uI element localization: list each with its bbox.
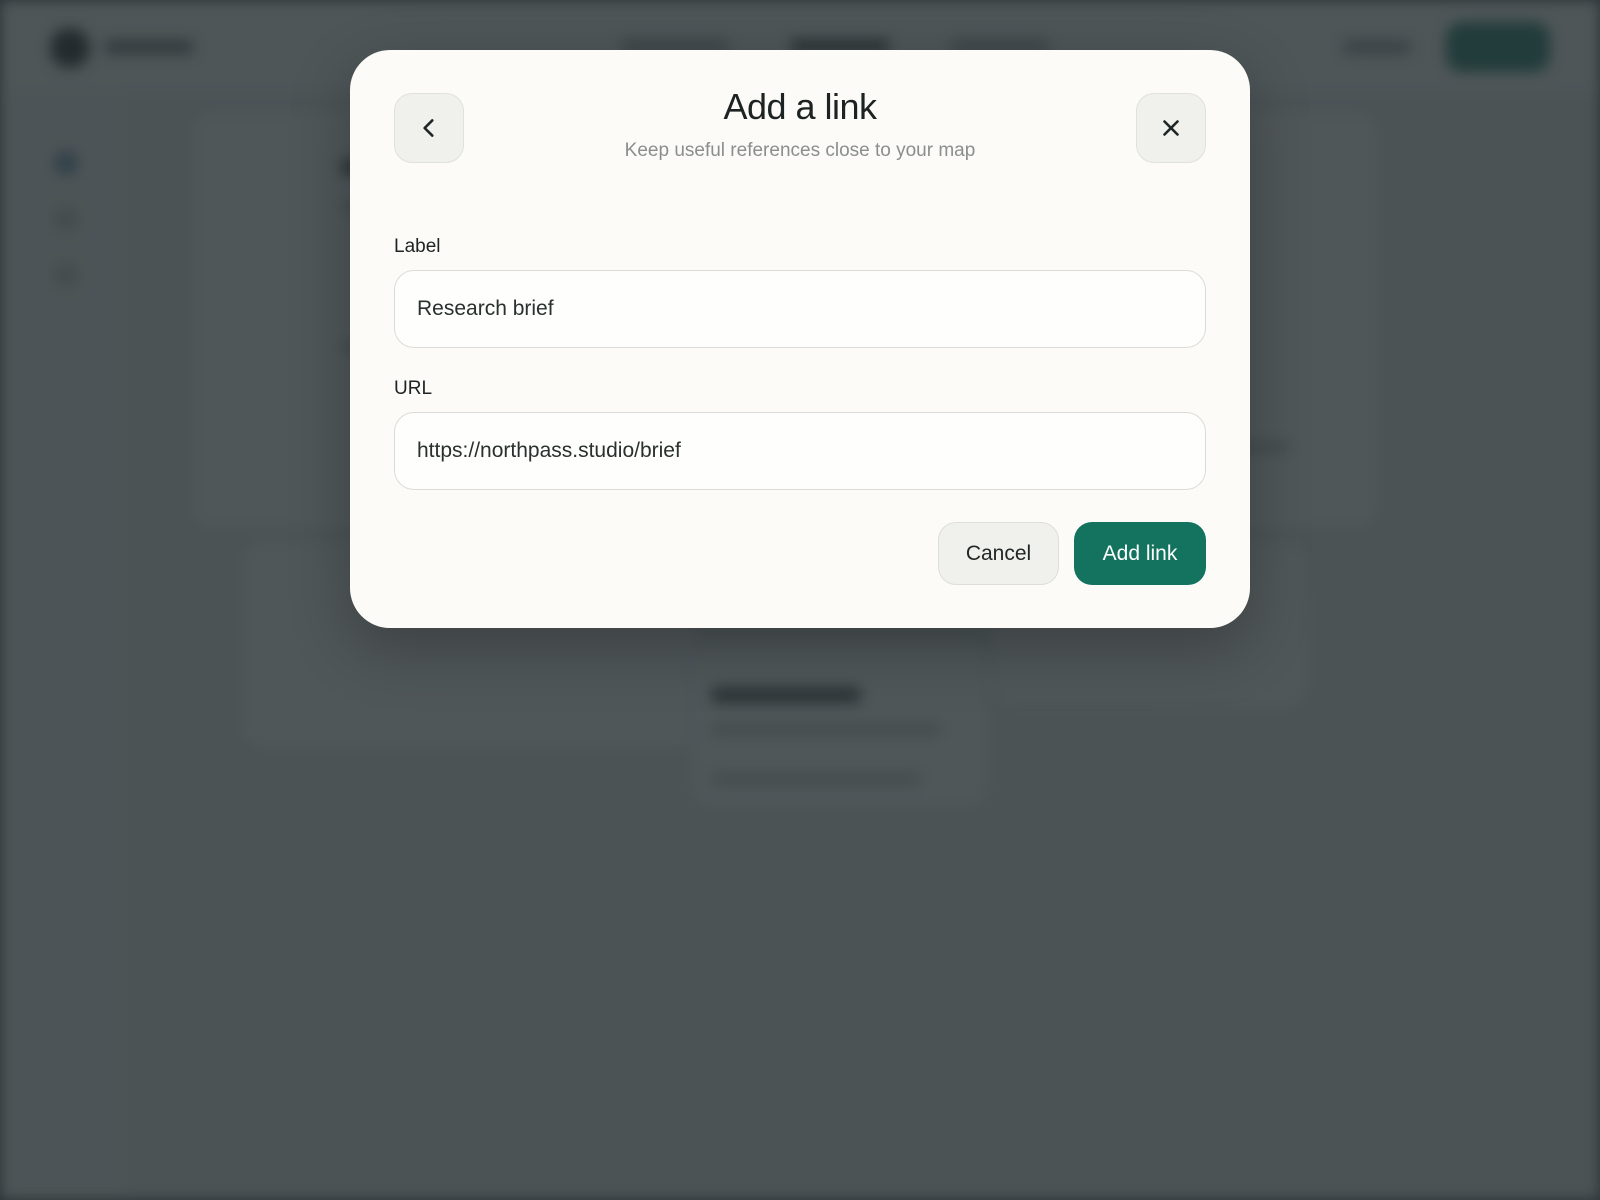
cancel-button[interactable]: Cancel bbox=[938, 522, 1059, 585]
label-field-label: Label bbox=[394, 236, 441, 257]
close-icon bbox=[1163, 120, 1179, 136]
add-link-button[interactable]: Add link bbox=[1074, 522, 1206, 585]
url-field-label: URL bbox=[394, 378, 433, 399]
close-button[interactable] bbox=[1136, 93, 1206, 163]
modal-title: Add a link bbox=[723, 86, 877, 127]
add-link-modal: Add a link Keep useful references close … bbox=[350, 50, 1250, 628]
url-input[interactable] bbox=[394, 412, 1206, 490]
modal-subtitle: Keep useful references close to your map bbox=[624, 140, 976, 161]
label-input[interactable] bbox=[394, 270, 1206, 348]
